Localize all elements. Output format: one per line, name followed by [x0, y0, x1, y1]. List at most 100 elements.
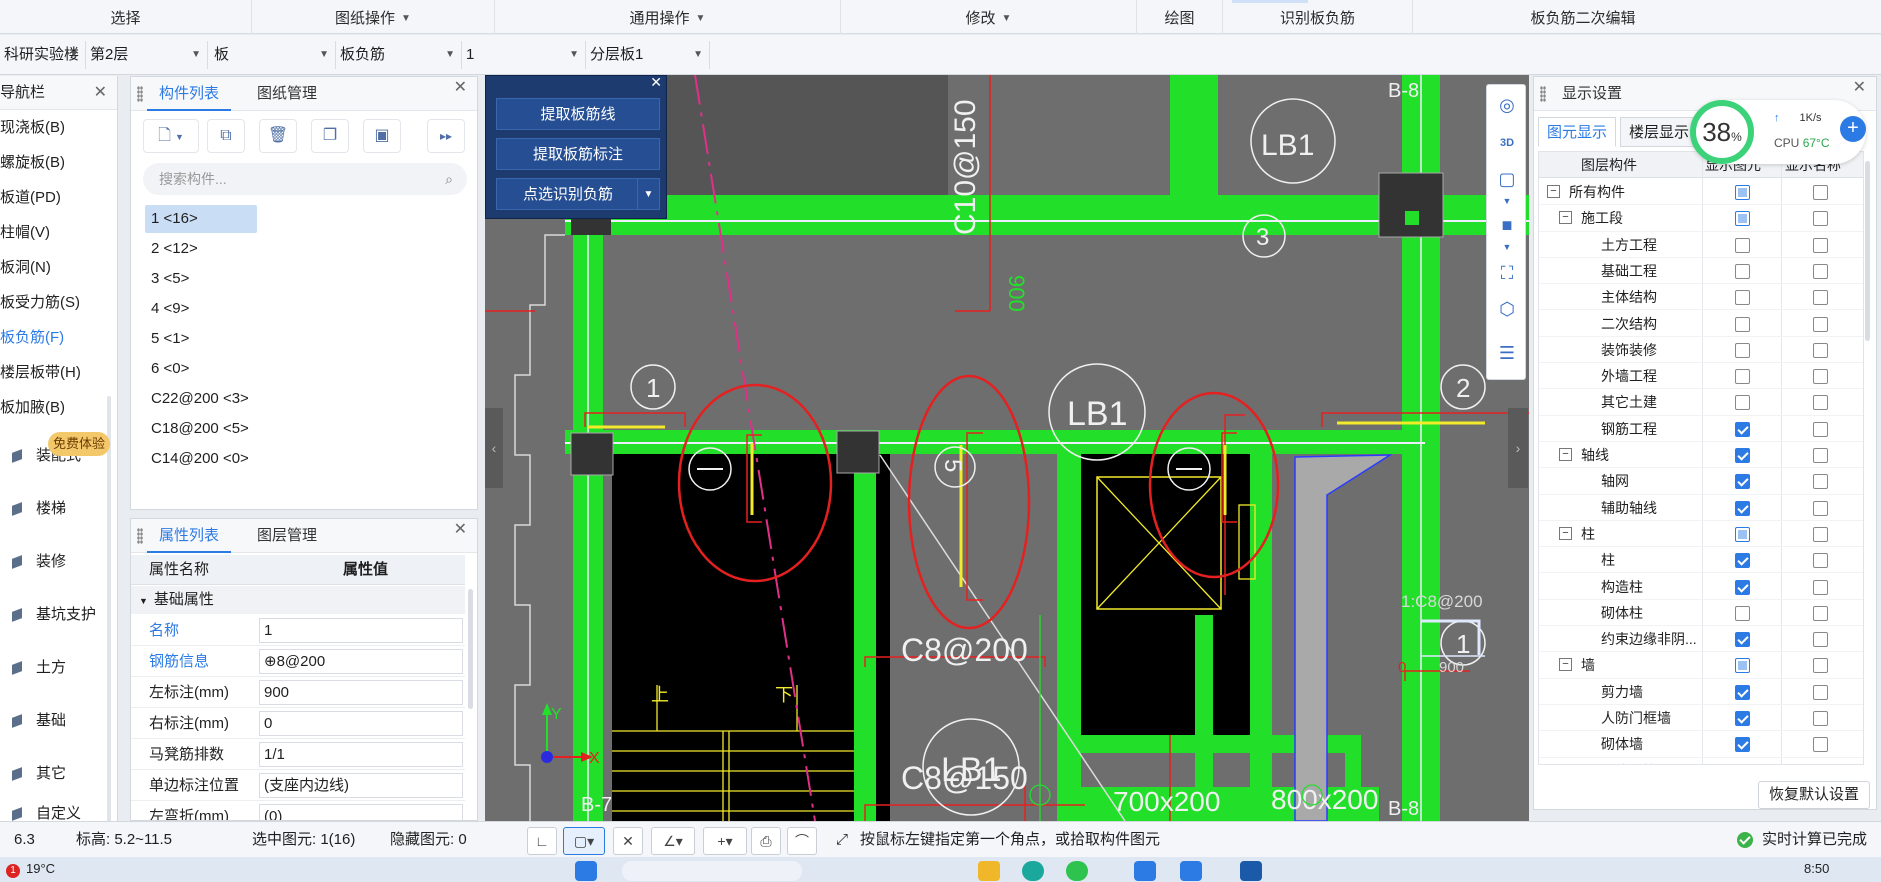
taskbar-search[interactable]: [622, 861, 802, 881]
component-search-input[interactable]: 搜索构件... ⌕: [143, 163, 467, 195]
show-name-checkbox[interactable]: [1813, 185, 1828, 200]
show-name-checkbox[interactable]: [1813, 211, 1828, 227]
menu-drawing-ops[interactable]: 图纸操作 ▼: [252, 0, 495, 34]
show-name-checkbox[interactable]: [1813, 290, 1828, 306]
show-element-checkbox[interactable]: [1735, 448, 1750, 463]
property-value-input[interactable]: (0): [259, 804, 463, 820]
show-element-checkbox[interactable]: [1735, 737, 1750, 753]
layer-slab-select[interactable]: 分层板1 ▼: [586, 41, 710, 69]
show-element-checkbox[interactable]: [1735, 526, 1750, 542]
property-value-input[interactable]: ⊕8@200: [259, 649, 463, 674]
show-element-checkbox[interactable]: [1735, 395, 1750, 411]
list-view-icon[interactable]: ☰: [1495, 341, 1519, 365]
component-type-select[interactable]: 板负筋 ▼: [336, 41, 462, 69]
show-name-checkbox[interactable]: [1813, 263, 1828, 279]
collapse-icon[interactable]: −: [1559, 448, 1572, 461]
nav-group-stairs[interactable]: 楼梯: [0, 482, 117, 535]
show-name-checkbox[interactable]: [1813, 395, 1828, 411]
collapse-icon[interactable]: −: [1559, 211, 1572, 225]
weather-widget[interactable]: 1 19°C: [6, 861, 55, 878]
list-item[interactable]: 5 <1>: [145, 325, 257, 353]
tab-drawing-management[interactable]: 图纸管理: [245, 77, 329, 111]
more-button[interactable]: ▸▸: [427, 119, 465, 153]
property-value-input[interactable]: 1: [259, 618, 463, 643]
cube-solid-icon[interactable]: ■: [1495, 213, 1519, 237]
show-name-checkbox[interactable]: [1813, 448, 1828, 463]
list-item[interactable]: 3 <5>: [145, 265, 257, 293]
menu-identify-neg-rebar[interactable]: 识别板负筋: [1223, 0, 1413, 34]
show-element-checkbox[interactable]: [1735, 211, 1750, 227]
nav-item[interactable]: 板加腋(B): [0, 390, 117, 425]
search-icon[interactable]: ⌕: [445, 163, 453, 195]
folder-icon[interactable]: [978, 861, 1000, 881]
ortho-button[interactable]: ∟: [527, 827, 557, 855]
close-icon[interactable]: ✕: [454, 77, 467, 97]
show-name-checkbox[interactable]: [1813, 474, 1828, 490]
menu-draw[interactable]: 绘图: [1137, 0, 1223, 34]
tab-layer-management[interactable]: 图层管理: [245, 519, 329, 553]
list-item-selected[interactable]: 1 <16>: [145, 205, 257, 233]
delete-component-button[interactable]: 🗑: [259, 119, 297, 153]
close-icon[interactable]: ✕: [454, 519, 467, 539]
show-name-checkbox[interactable]: [1813, 605, 1828, 621]
app-icon[interactable]: [1134, 861, 1156, 881]
property-value-input[interactable]: 1/1: [259, 742, 463, 767]
duplicate-floor-button[interactable]: ❐: [311, 119, 349, 153]
nav-item[interactable]: 板道(PD): [0, 180, 117, 215]
list-item[interactable]: 4 <9>: [145, 295, 257, 323]
nav-item-slab-neg-rebar[interactable]: 板负筋(F): [0, 320, 117, 355]
tab-floor-display[interactable]: 楼层显示: [1620, 117, 1699, 147]
show-element-checkbox[interactable]: [1735, 763, 1750, 764]
show-name-checkbox[interactable]: [1813, 658, 1828, 674]
extract-rebar-line-button[interactable]: 提取板筋线: [496, 98, 660, 130]
menu-select[interactable]: 选择: [0, 0, 252, 34]
show-element-checkbox[interactable]: [1735, 579, 1750, 595]
close-icon[interactable]: ✕: [1853, 77, 1866, 97]
fit-screen-icon[interactable]: ⛶: [1495, 261, 1519, 285]
show-name-checkbox[interactable]: [1813, 711, 1828, 726]
category-select[interactable]: 板 ▼: [210, 41, 336, 69]
save-template-button[interactable]: ▣: [363, 119, 401, 153]
list-item[interactable]: 6 <0>: [145, 355, 257, 383]
nav-group-pit-support[interactable]: 基坑支护: [0, 588, 117, 641]
collapse-left-handle[interactable]: ‹: [485, 408, 503, 488]
chevron-down-icon[interactable]: ▼: [637, 179, 659, 209]
collapse-icon[interactable]: −: [1559, 526, 1572, 540]
nav-group-foundation[interactable]: 基础: [0, 694, 117, 747]
drag-handle-icon[interactable]: [1540, 86, 1546, 102]
restore-defaults-button[interactable]: 恢复默认设置: [1758, 781, 1870, 809]
nav-item[interactable]: 板洞(N): [0, 250, 117, 285]
menu-neg-rebar-edit[interactable]: 板负筋二次编辑: [1413, 0, 1753, 34]
project-select[interactable]: 科研实验楼 ▼: [0, 41, 86, 69]
show-name-checkbox[interactable]: [1813, 421, 1828, 437]
nav-scrollbar[interactable]: [107, 396, 111, 836]
tab-element-display[interactable]: 图元显示: [1538, 117, 1617, 147]
app-icon[interactable]: [1240, 861, 1262, 881]
show-name-checkbox[interactable]: [1813, 500, 1828, 516]
show-name-checkbox[interactable]: [1813, 369, 1828, 385]
free-trial-badge[interactable]: 免费体验: [48, 432, 110, 456]
show-name-checkbox[interactable]: [1813, 632, 1828, 648]
close-icon[interactable]: ✕: [94, 76, 107, 110]
nav-group-other[interactable]: 其它: [0, 747, 117, 800]
show-element-checkbox[interactable]: [1735, 474, 1750, 490]
floor-select[interactable]: 第2层 ▼: [86, 41, 208, 69]
show-name-checkbox[interactable]: [1813, 737, 1828, 753]
print-button[interactable]: ⎙: [751, 827, 781, 855]
property-value-input[interactable]: 900: [259, 680, 463, 705]
show-element-checkbox[interactable]: [1735, 658, 1750, 674]
drag-handle-icon[interactable]: [137, 528, 143, 544]
glodon-app-icon[interactable]: [1180, 861, 1202, 881]
show-name-checkbox[interactable]: [1813, 763, 1828, 764]
nav-item[interactable]: 螺旋板(B): [0, 145, 117, 180]
cross-button[interactable]: ✕: [613, 827, 643, 855]
edge-icon[interactable]: [1022, 861, 1044, 881]
show-element-checkbox[interactable]: [1735, 553, 1750, 569]
property-scrollbar[interactable]: [468, 589, 473, 709]
menu-general-ops[interactable]: 通用操作 ▼: [495, 0, 841, 34]
property-group-basic[interactable]: ▼ 基础属性: [131, 586, 465, 614]
cube-view-icon[interactable]: ▢: [1495, 167, 1519, 191]
close-icon[interactable]: ✕: [650, 74, 662, 91]
menu-modify[interactable]: 修改 ▼: [841, 0, 1137, 34]
chat-icon[interactable]: [1066, 861, 1088, 881]
